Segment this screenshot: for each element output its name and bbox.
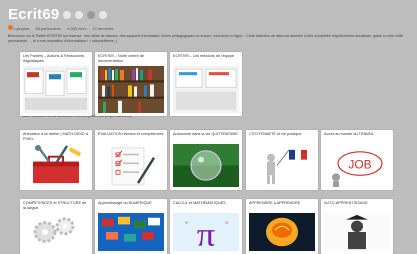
card-title: ECRIT69 – Les missions de l'équipe bbox=[173, 54, 235, 58]
post-card[interactable]: ECRIT69 – Notre centre de documentation bbox=[95, 52, 167, 116]
svg-text:π: π bbox=[197, 215, 215, 251]
post-card[interactable]: Animation d'un atelier | MATH-DIDIO & PI… bbox=[20, 130, 92, 190]
soap-bubble-image bbox=[173, 144, 239, 187]
info-icon[interactable] bbox=[63, 10, 72, 19]
stat-author: t.gingras bbox=[8, 25, 29, 31]
card-title: Accès au monde du TRAVAIL bbox=[324, 132, 374, 136]
documents-collage-image bbox=[23, 66, 89, 113]
card-title: CALCUL et MATHÉMATIQUES bbox=[173, 201, 226, 205]
padlet-header: Ecrit69 t.gingras 58 partenaires 4 083 v… bbox=[8, 6, 413, 44]
checklist-image bbox=[98, 144, 164, 187]
padlet-stats: t.gingras 58 partenaires 4 083 vues 10 a… bbox=[8, 25, 413, 31]
post-card[interactable]: ECRIT69 – Les missions de l'équipe bbox=[170, 52, 242, 116]
card-title: AUTO-APPRENTISSAGE bbox=[324, 201, 368, 205]
tricolour-flag-image bbox=[249, 144, 315, 187]
bookshelf-image bbox=[98, 66, 164, 113]
documents-collage-image bbox=[173, 66, 239, 113]
padlet-description: Bienvenue sur le Padlet ÉCRIT69 qui rece… bbox=[8, 34, 404, 43]
card-title: COMPÉTENCES et STRUCTURE de la langue bbox=[23, 201, 87, 210]
post-card[interactable]: AUTO-APPRENTISSAGE bbox=[321, 199, 393, 254]
post-card[interactable]: APPRENDRE à APPRENDRE bbox=[246, 199, 318, 254]
pi-symbol-image: π + × bbox=[173, 213, 239, 253]
stat-comments: 10 abonnés bbox=[92, 25, 114, 31]
card-title: Animation d'un atelier | MATH-DIDIO & PI… bbox=[23, 132, 89, 141]
svg-text:JOB: JOB bbox=[348, 158, 371, 172]
stat-views: 4 083 vues bbox=[66, 25, 87, 31]
stat-members: 58 partenaires bbox=[35, 25, 61, 31]
post-card[interactable]: Accès au monde du TRAVAIL JOB bbox=[321, 130, 393, 190]
card-title: Autonomie dans la vie QUOTIDIENNE bbox=[173, 132, 238, 136]
card-title: APPRENDRE à APPRENDRE bbox=[249, 201, 301, 205]
post-card[interactable]: Apprentissage du NUMÉRIQUE bbox=[95, 199, 167, 254]
svg-text:×: × bbox=[225, 221, 229, 227]
toolbox-image bbox=[23, 144, 89, 187]
card-title: Les Paniers – Actions & Ressources lingu… bbox=[23, 54, 85, 63]
card-title: Apprentissage du NUMÉRIQUE bbox=[98, 201, 152, 205]
job-board-image: JOB bbox=[324, 144, 390, 187]
flags-image bbox=[98, 213, 164, 251]
gears-image bbox=[23, 213, 89, 251]
page-title: Ecrit69 bbox=[8, 6, 60, 23]
brain-head-image bbox=[249, 213, 315, 251]
svg-text:+: + bbox=[185, 221, 189, 227]
settings-icon[interactable] bbox=[99, 10, 108, 19]
link-icon[interactable] bbox=[87, 10, 96, 19]
graduate-silhouette-image bbox=[324, 213, 390, 251]
post-card[interactable]: Les Paniers – Actions & Ressources lingu… bbox=[20, 52, 92, 116]
post-card[interactable]: ÉVALUATION niveaux et compétences bbox=[95, 130, 167, 190]
post-card[interactable]: CALCUL et MATHÉMATIQUES π + × bbox=[170, 199, 242, 254]
avatar bbox=[8, 25, 13, 30]
post-card[interactable]: Autonomie dans la vie QUOTIDIENNE bbox=[170, 130, 242, 190]
post-card[interactable]: COMPÉTENCES et STRUCTURE de la langue bbox=[20, 199, 92, 254]
share-icon[interactable] bbox=[75, 10, 84, 19]
card-title: ECRIT69 – Notre centre de documentation bbox=[98, 54, 145, 63]
card-title: CITOYENNETÉ et vie publique bbox=[249, 132, 302, 136]
card-title: ÉVALUATION niveaux et compétences bbox=[98, 132, 164, 136]
post-card[interactable]: CITOYENNETÉ et vie publique bbox=[246, 130, 318, 190]
